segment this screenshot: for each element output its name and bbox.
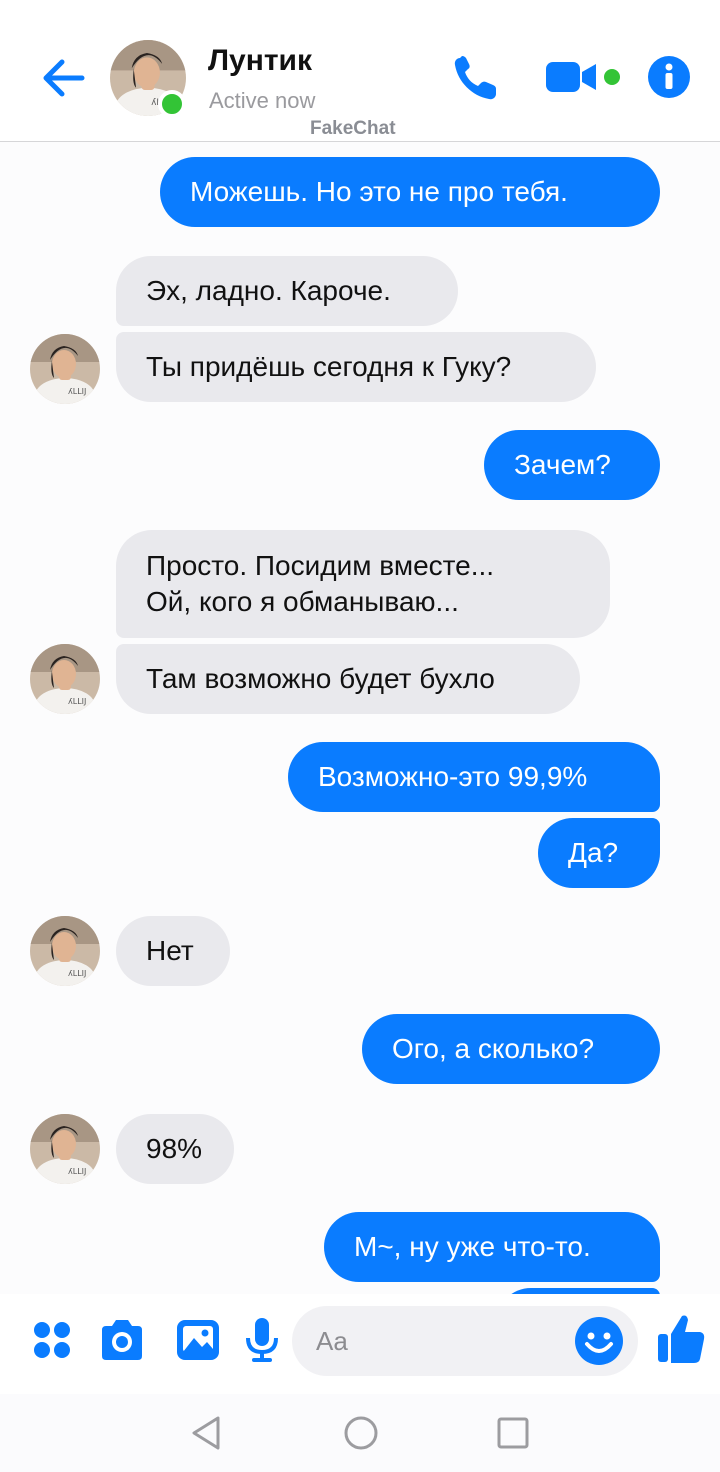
contact-status: Active now [209,88,316,113]
gallery-icon [177,1320,219,1360]
system-nav-bar [0,1394,720,1472]
contact-avatar-small [30,916,100,986]
contact-avatar-small [30,1114,100,1184]
message-outgoing[interactable]: Возможно-это 99,9% [288,742,660,812]
like-button[interactable] [656,1312,706,1366]
info-button[interactable] [646,54,692,100]
thumbs-up-icon [658,1315,705,1363]
apps-grid-icon [34,1322,70,1358]
message-input-box[interactable] [292,1306,638,1376]
message-outgoing[interactable]: Можешь. Но это не про тебя. [160,157,660,227]
message-line: Ой, кого я обманываю... [146,586,459,617]
back-button[interactable] [36,50,92,106]
online-indicator [158,90,186,118]
message-incoming[interactable]: Там возможно будет бухло [116,644,580,714]
nav-recents-button[interactable] [488,1408,538,1458]
nav-back-icon [192,1416,220,1450]
camera-icon [102,1320,142,1360]
nav-home-icon [344,1416,378,1450]
message-outgoing[interactable]: М~, ну уже что-то. [324,1212,660,1282]
info-icon [648,56,690,98]
contact-avatar-small [30,644,100,714]
message-incoming[interactable]: Эх, ладно. Кароче. [116,256,458,326]
emoji-button[interactable] [574,1316,624,1366]
camera-button[interactable] [98,1316,146,1364]
nav-recents-icon [497,1417,529,1449]
message-incoming[interactable]: Просто. Посидим вместе... Ой, кого я обм… [116,530,610,638]
voice-message-button[interactable] [238,1316,286,1364]
back-arrow-icon [43,59,85,97]
message-outgoing[interactable]: Да? [538,818,660,888]
nav-home-button[interactable] [336,1408,386,1458]
chat-header: Лунтик Active now FakeChat [0,0,720,142]
nav-back-button[interactable] [182,1408,232,1458]
voice-call-button[interactable] [450,52,502,104]
message-incoming[interactable]: Нет [116,916,230,986]
message-composer [0,1294,720,1394]
message-input[interactable] [316,1322,566,1360]
microphone-icon [246,1318,278,1362]
message-incoming[interactable]: 98% [116,1114,234,1184]
video-call-button[interactable] [542,54,626,102]
apps-button[interactable] [28,1316,76,1364]
watermark: FakeChat [310,118,396,139]
message-line: Просто. Посидим вместе... [146,550,495,581]
gallery-button[interactable] [174,1316,222,1364]
message-outgoing[interactable]: Ого, а сколько? [362,1014,660,1084]
contact-avatar-small [30,334,100,404]
phone-icon [454,56,496,100]
contact-name[interactable]: Лунтик [208,44,312,78]
emoji-icon [575,1317,623,1365]
video-camera-icon [546,62,620,92]
message-incoming[interactable]: Ты придёшь сегодня к Гуку? [116,332,596,402]
message-list[interactable]: Можешь. Но это не про тебя. Эх, ладно. К… [0,142,720,1294]
message-outgoing[interactable]: Зачем? [484,430,660,500]
